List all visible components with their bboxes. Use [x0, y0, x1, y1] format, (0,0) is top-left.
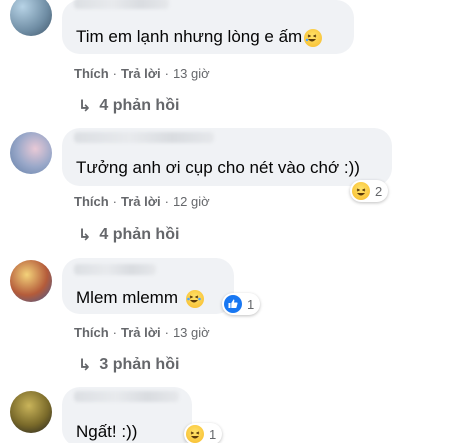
separator: ·	[112, 66, 118, 81]
laughing-tears-emoji-icon	[186, 290, 204, 308]
avatar[interactable]	[10, 0, 52, 36]
separator: ·	[164, 325, 169, 340]
comment-text: Mlem mlemm	[76, 288, 204, 308]
haha-emoji-icon	[352, 182, 370, 200]
reaction-count: 1	[247, 296, 255, 312]
reaction-summary[interactable]: 2	[350, 180, 389, 202]
commenter-name-redacted	[74, 391, 179, 402]
separator: ·	[164, 66, 169, 81]
like-link[interactable]: Thích	[74, 325, 109, 340]
like-link[interactable]: Thích	[74, 194, 109, 209]
comment-actions: Thích · Trả lời · 12 giờ	[74, 194, 210, 209]
haha-emoji-icon	[304, 29, 323, 47]
reply-link[interactable]: Trả lời	[121, 325, 161, 340]
view-replies-link[interactable]: ↳ 3 phản hồi	[78, 354, 179, 374]
avatar[interactable]	[10, 260, 52, 302]
comment-actions: Thích · Trả lời · 13 giờ	[74, 325, 210, 340]
reaction-summary[interactable]: 1	[222, 293, 261, 315]
haha-emoji-icon	[186, 425, 204, 443]
reaction-summary[interactable]: 1	[184, 423, 223, 443]
like-link[interactable]: Thích	[74, 66, 109, 81]
timestamp[interactable]: 13 giờ	[173, 66, 210, 81]
comment-bubble: Tim em lạnh nhưng lòng e ấm	[62, 0, 354, 54]
avatar[interactable]	[10, 132, 52, 174]
reply-arrow-icon: ↳	[78, 357, 92, 374]
view-replies-link[interactable]: ↳ 4 phản hồi	[78, 224, 179, 244]
reply-link[interactable]: Trả lời	[121, 194, 161, 209]
separator: ·	[112, 194, 118, 209]
commenter-name-redacted	[74, 0, 169, 9]
separator: ·	[112, 325, 118, 340]
avatar[interactable]	[10, 391, 52, 433]
commenter-name-redacted	[74, 132, 214, 143]
separator: ·	[164, 194, 169, 209]
commenter-name-redacted	[74, 264, 156, 275]
reaction-count: 1	[209, 426, 217, 442]
comment-actions: Thích · Trả lời · 13 giờ	[74, 66, 210, 81]
timestamp[interactable]: 13 giờ	[173, 325, 210, 340]
comment-text: Tim em lạnh nhưng lòng e ấm	[76, 27, 323, 47]
comment-bubble: Tưởng anh ơi cụp cho nét vào chớ :))	[62, 128, 392, 186]
timestamp[interactable]: 12 giờ	[173, 194, 210, 209]
reply-link[interactable]: Trả lời	[121, 66, 161, 81]
view-replies-link[interactable]: ↳ 4 phản hồi	[78, 95, 179, 115]
reply-arrow-icon: ↳	[78, 227, 92, 244]
comment-thread: Tim em lạnh nhưng lòng e ấm Thích · Trả lờ…	[0, 0, 463, 443]
comment-bubble: Mlem mlemm	[62, 258, 234, 314]
comment-text: Ngất! :))	[76, 422, 138, 441]
comment-bubble: Ngất! :))	[62, 387, 192, 443]
comment-text: Tưởng anh ơi cụp cho nét vào chớ :))	[76, 158, 360, 177]
reaction-count: 2	[375, 183, 383, 199]
like-icon	[224, 295, 242, 313]
reply-arrow-icon: ↳	[78, 98, 92, 115]
